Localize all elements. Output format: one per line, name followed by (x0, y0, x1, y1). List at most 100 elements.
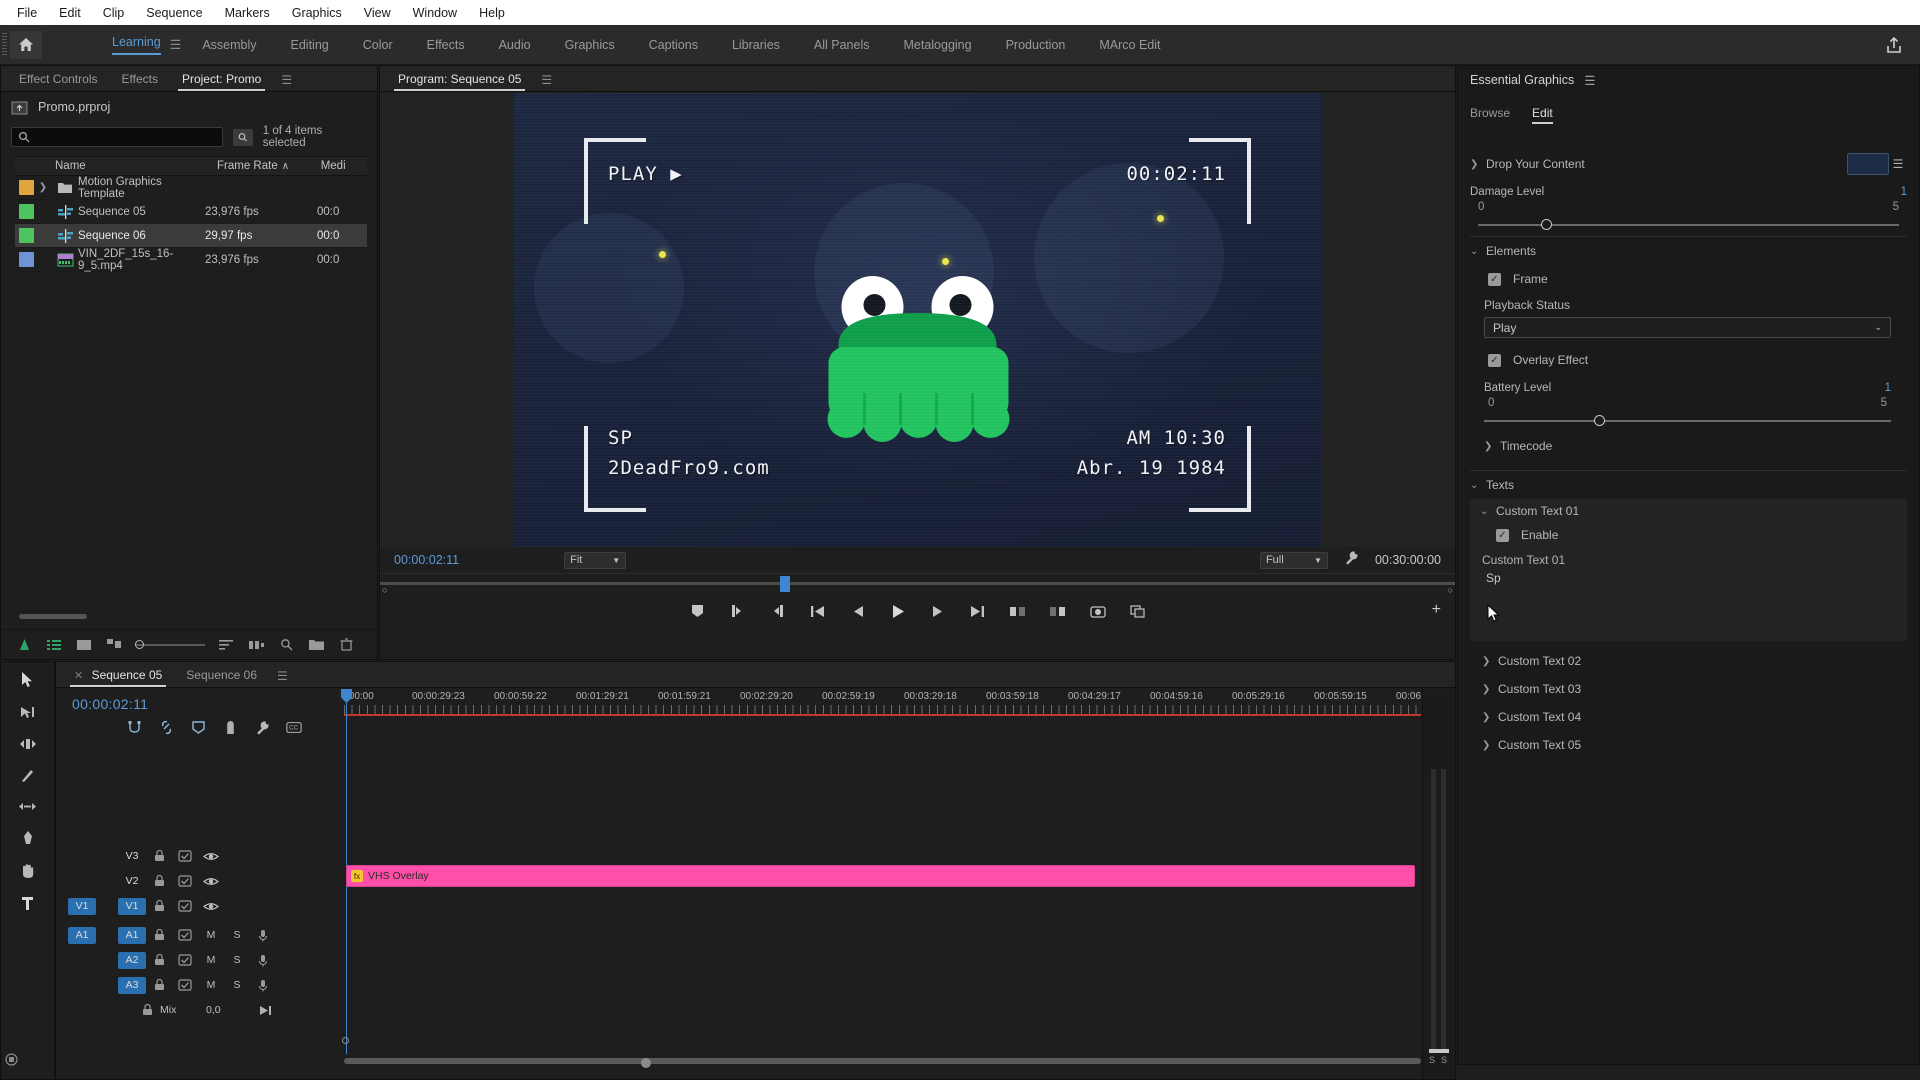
hand-tool-icon[interactable] (20, 863, 35, 884)
timeline-track-v2[interactable]: fx VHS Overlay (344, 864, 1421, 888)
sync-lock-icon[interactable] (172, 850, 198, 862)
markers-icon[interactable] (190, 719, 206, 735)
timeline-track-a2[interactable] (344, 942, 1421, 966)
menu-item-clip[interactable]: Clip (92, 3, 136, 23)
status-icon[interactable] (5, 1053, 18, 1071)
marker-icon[interactable] (685, 600, 711, 622)
texts-section-header[interactable]: ⌄ Texts (1458, 471, 1919, 499)
tab-program-sequence-05[interactable]: Program: Sequence 05 (386, 68, 533, 91)
chevron-right-icon[interactable]: ❯ (1482, 656, 1498, 667)
captions-icon[interactable]: CC (286, 719, 302, 735)
solo-button-a1[interactable]: S (224, 929, 250, 941)
lock-icon[interactable] (146, 979, 172, 991)
track-target-v2[interactable]: V2 (118, 873, 146, 890)
timeline-playhead-timecode[interactable]: 00:00:02:11 (56, 689, 343, 712)
workspace-tab-audio[interactable]: Audio (482, 32, 548, 58)
razor-tool-icon[interactable] (20, 768, 35, 788)
play-icon[interactable] (885, 600, 911, 622)
table-row[interactable]: ❯ Motion Graphics Template (15, 176, 367, 200)
track-target-v1[interactable]: V1 (118, 897, 146, 915)
lock-icon[interactable] (134, 1004, 160, 1016)
search-input[interactable] (34, 131, 204, 143)
solo-button-a2[interactable]: S (224, 954, 250, 966)
timeline-tracks-area[interactable]: :00:00 00:00:29:23 00:00:59:22 00:01:29:… (341, 689, 1449, 1079)
audio-meters[interactable]: S S (1422, 689, 1455, 1079)
menu-item-markers[interactable]: Markers (214, 3, 281, 23)
custom-text-04-row[interactable]: ❯ Custom Text 04 (1458, 703, 1919, 731)
content-thumbnail[interactable] (1847, 153, 1889, 175)
lock-icon[interactable] (146, 900, 172, 912)
program-panel-menu-icon[interactable]: ☰ (533, 69, 560, 91)
mix-value[interactable]: 0,0 (206, 1004, 252, 1016)
list-menu-icon[interactable]: ☰ (1889, 157, 1907, 171)
track-header-a1[interactable]: A1 A1 M S (56, 923, 343, 947)
workspace-tab-captions[interactable]: Captions (632, 32, 715, 58)
project-filter-button[interactable] (233, 128, 253, 146)
linked-selection-icon[interactable] (158, 719, 174, 735)
track-header-a2[interactable]: A2 M S (56, 948, 343, 972)
eye-icon[interactable] (198, 851, 224, 862)
track-header-v2[interactable]: V2 (56, 869, 343, 893)
project-panel-menu-icon[interactable]: ☰ (273, 69, 300, 91)
table-row[interactable]: Sequence 06 29,97 fps 00:0 (15, 224, 367, 248)
workspace-tab-editing[interactable]: Editing (274, 32, 346, 58)
tab-sequence-05[interactable]: ✕ Sequence 05 (62, 664, 174, 687)
project-search-box[interactable] (11, 127, 223, 147)
battery-level-slider-knob[interactable] (1593, 415, 1605, 426)
damage-level-slider[interactable] (1478, 219, 1899, 230)
eye-icon[interactable] (198, 876, 224, 887)
find-icon[interactable] (271, 633, 301, 657)
mic-icon[interactable] (250, 929, 276, 942)
slip-tool-icon[interactable] (19, 800, 36, 818)
timeline-track-v1[interactable] (344, 889, 1443, 913)
menu-item-sequence[interactable]: Sequence (135, 3, 213, 23)
menu-item-graphics[interactable]: Graphics (281, 3, 353, 23)
add-button-icon[interactable]: + (1432, 601, 1441, 619)
workspace-tab-effects[interactable]: Effects (410, 32, 482, 58)
program-playhead[interactable] (780, 576, 790, 592)
menu-item-file[interactable]: File (6, 3, 48, 23)
lock-icon[interactable] (146, 954, 172, 966)
go-to-out-icon[interactable] (965, 600, 991, 622)
timeline-scrollbar-thumb[interactable] (641, 1058, 651, 1068)
solo-button-a3[interactable]: S (224, 979, 250, 991)
mic-icon[interactable] (250, 979, 276, 992)
list-view-icon[interactable] (39, 633, 69, 657)
track-select-forward-tool-icon[interactable] (20, 705, 36, 725)
program-playhead-timecode[interactable]: 00:00:02:11 (394, 553, 459, 567)
track-target-a3[interactable]: A3 (118, 976, 146, 994)
tab-effects[interactable]: Effects (109, 68, 169, 91)
damage-level-slider-knob[interactable] (1541, 219, 1553, 230)
automate-to-sequence-icon[interactable] (241, 633, 271, 657)
column-header-frame-rate[interactable]: Frame Rate ∧ (217, 160, 321, 172)
close-icon[interactable]: ✕ (74, 670, 83, 682)
menu-item-edit[interactable]: Edit (48, 3, 92, 23)
column-header-name[interactable]: Name (15, 160, 217, 172)
pen-tool-icon[interactable] (21, 830, 35, 851)
lift-icon[interactable] (1005, 600, 1031, 622)
export-frame-icon[interactable] (1085, 600, 1111, 622)
vu-solo-right[interactable]: S (1441, 1055, 1447, 1065)
track-header-v3[interactable]: V3 (56, 844, 343, 868)
overlay-effect-checkbox-row[interactable]: ✓ Overlay Effect (1458, 346, 1919, 374)
project-horizontal-scrollbar[interactable] (19, 614, 87, 619)
sync-lock-icon[interactable] (172, 875, 198, 887)
timeline-ruler[interactable]: :00:00 00:00:29:23 00:00:59:22 00:01:29:… (344, 689, 1449, 716)
chevron-right-icon[interactable]: ❯ (1482, 712, 1498, 723)
custom-text-01-header[interactable]: ⌄ Custom Text 01 (1470, 499, 1907, 523)
workspace-tab-graphics[interactable]: Graphics (548, 32, 632, 58)
ripple-edit-tool-icon[interactable] (19, 737, 36, 756)
workspace-tab-libraries[interactable]: Libraries (715, 32, 797, 58)
timeline-track-v3[interactable] (344, 839, 1443, 863)
tab-project-promo[interactable]: Project: Promo (170, 68, 273, 91)
chevron-down-icon[interactable]: ⌄ (1470, 246, 1486, 257)
chevron-down-icon[interactable]: ⌄ (1480, 506, 1496, 517)
timecode-section-header[interactable]: ❯ Timecode (1458, 432, 1919, 460)
table-row[interactable]: Sequence 05 23,976 fps 00:0 (15, 200, 367, 224)
button-editor-icon[interactable] (1125, 600, 1151, 622)
tab-effect-controls[interactable]: Effect Controls (7, 68, 109, 91)
timeline-work-area-bar[interactable] (344, 714, 1421, 716)
custom-text-02-row[interactable]: ❯ Custom Text 02 (1458, 647, 1919, 675)
timeline-track-a1[interactable] (344, 917, 1443, 941)
subtab-edit[interactable]: Edit (1532, 106, 1553, 124)
